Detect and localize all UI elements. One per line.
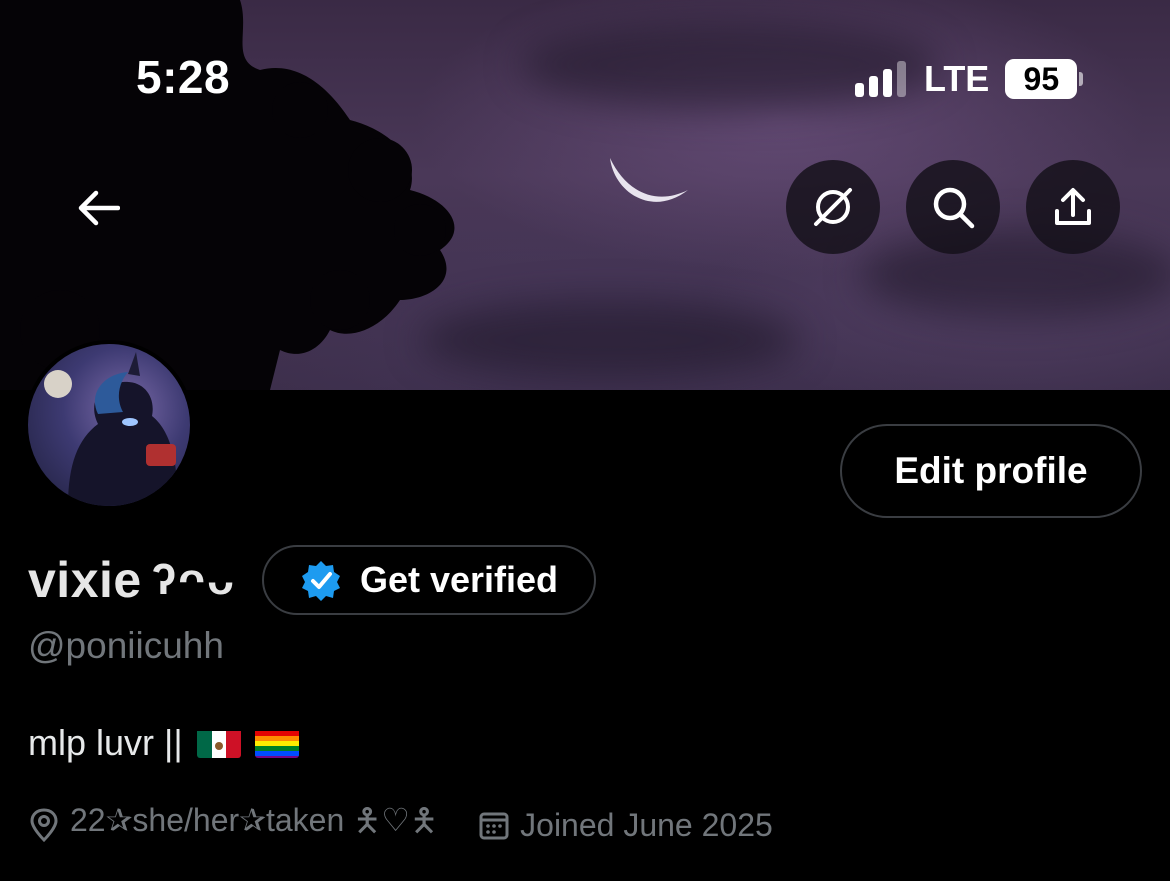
calendar-icon <box>479 812 509 840</box>
edit-profile-button[interactable]: Edit profile <box>840 424 1142 518</box>
search-icon <box>933 187 975 229</box>
mexico-flag-icon <box>196 728 241 758</box>
battery-icon: 95 <box>1005 59 1084 99</box>
profile-avatar[interactable] <box>24 340 194 510</box>
share-icon <box>1055 188 1091 225</box>
get-verified-label: Get verified <box>359 559 559 600</box>
profile-bio: mlp luvr || <box>28 722 299 764</box>
get-verified-button[interactable]: Get verified <box>261 545 597 615</box>
display-name: vixie <box>28 552 142 608</box>
share-button[interactable] <box>1026 160 1120 254</box>
signal-icon <box>855 61 906 97</box>
avatar-image <box>44 352 178 506</box>
profile-meta: 22✰she/her✰taken 🯅♡🯅 Joined June 2025 <box>28 798 773 852</box>
joined-date: Joined June 2025 <box>520 806 773 843</box>
back-button[interactable] <box>70 180 126 236</box>
status-time: 5:28 <box>136 51 231 103</box>
name-row: vixie ʔᴖᴗ Get verified <box>28 545 597 615</box>
back-arrow-icon <box>78 190 120 226</box>
no-sync-button[interactable] <box>786 160 880 254</box>
moon-icon <box>610 158 688 202</box>
search-button[interactable] <box>906 160 1000 254</box>
bio-text: mlp luvr || <box>28 722 183 763</box>
location-item: 22✰she/her✰taken 🯅♡🯅 <box>28 798 438 852</box>
status-indicators: LTE 95 <box>855 58 1084 100</box>
joined-item: Joined June 2025 <box>478 807 773 844</box>
verified-badge-icon <box>301 561 340 601</box>
location-pin-icon <box>30 808 58 842</box>
location-text: 22✰she/her✰taken 🯅♡🯅 <box>70 802 439 838</box>
rainbow-flag-icon <box>254 728 299 758</box>
name-decoration: ʔᴖᴗ <box>151 555 236 604</box>
profile-handle: @poniicuhh <box>28 625 224 666</box>
no-sync-icon <box>814 188 852 226</box>
battery-level: 95 <box>1005 59 1078 99</box>
network-type: LTE <box>924 58 990 99</box>
